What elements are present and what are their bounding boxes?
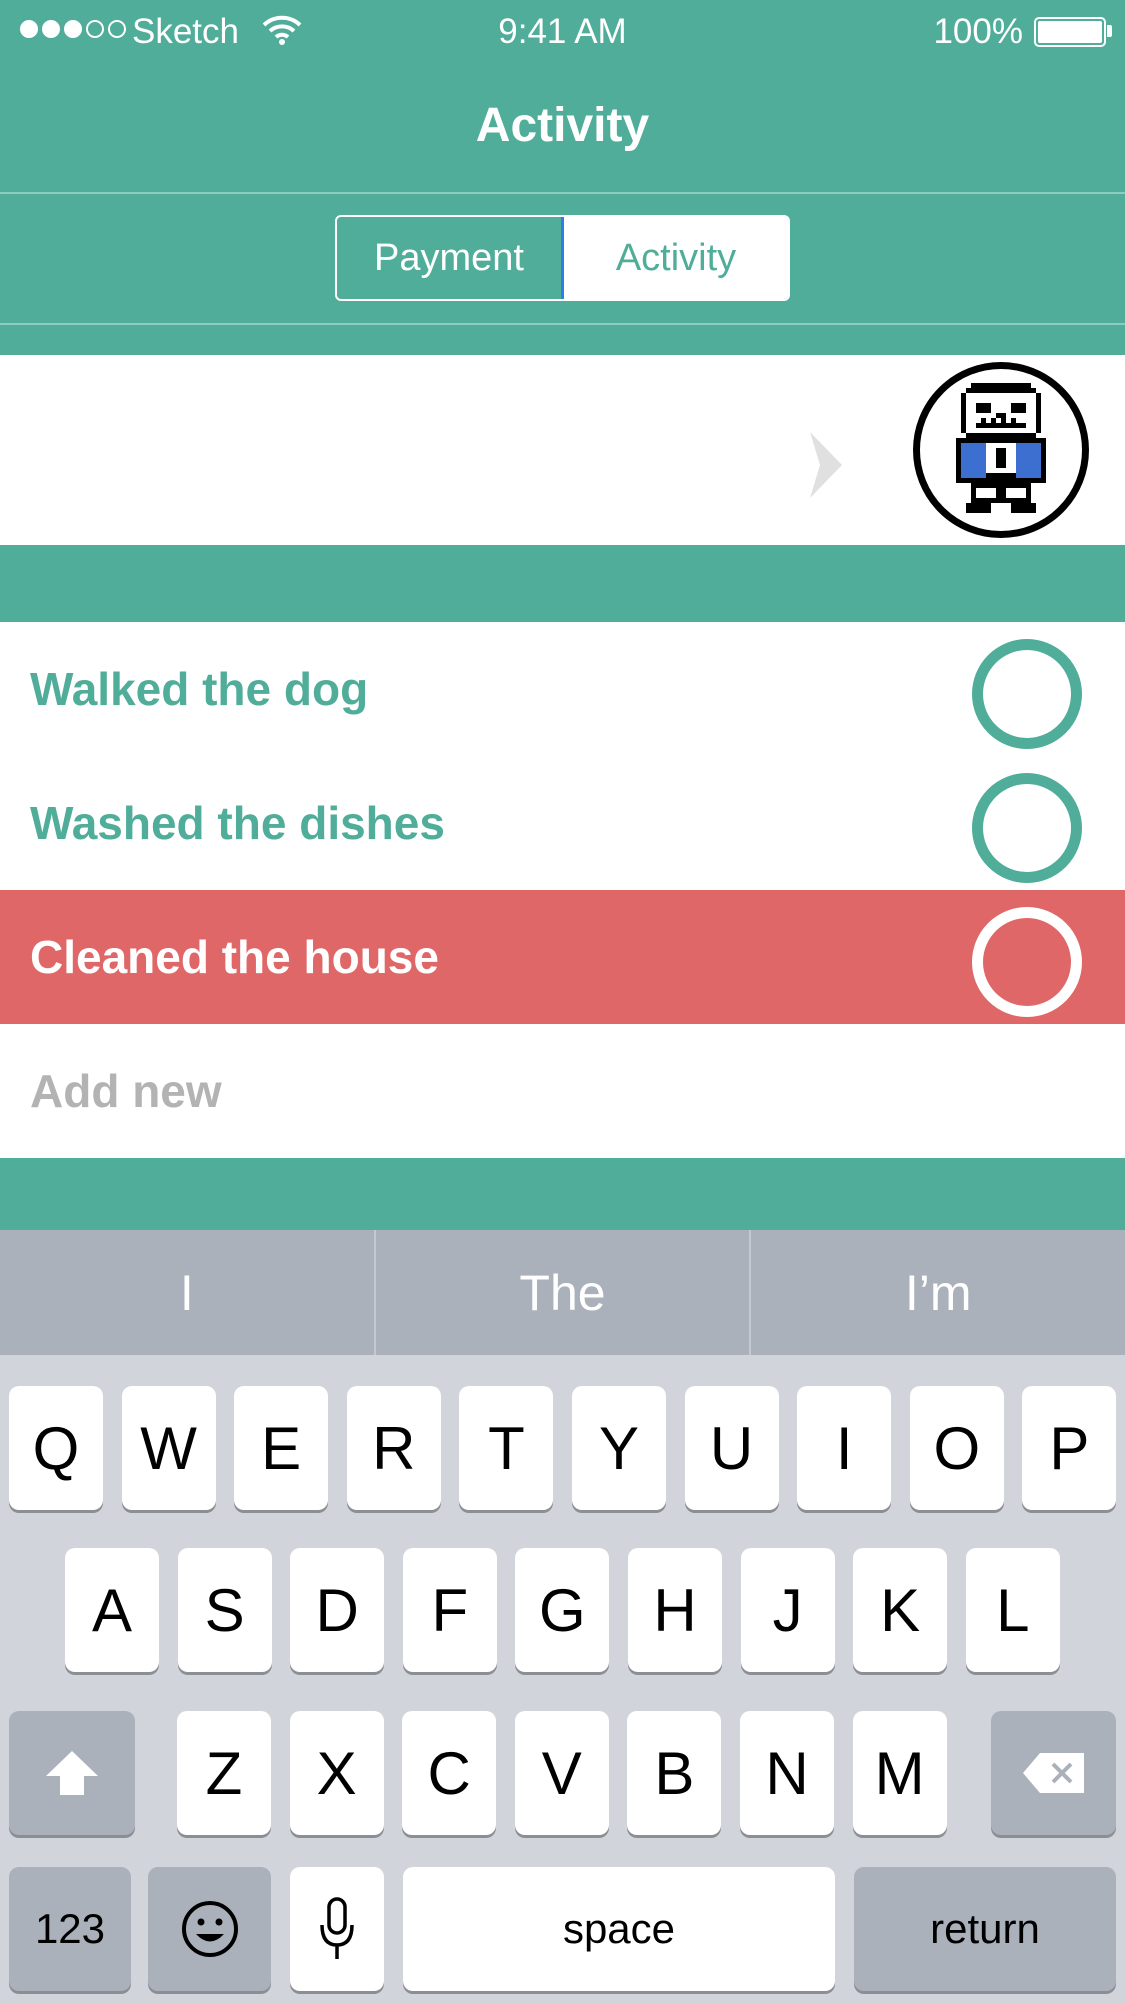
tab-activity[interactable]: Activity xyxy=(561,217,788,299)
key-a[interactable]: A xyxy=(65,1548,159,1672)
key-y[interactable]: Y xyxy=(572,1386,666,1510)
key-c[interactable]: C xyxy=(402,1711,497,1835)
key-o[interactable]: O xyxy=(909,1386,1004,1510)
key-z[interactable]: Z xyxy=(177,1711,271,1835)
space-key[interactable]: space xyxy=(403,1867,835,1991)
key-r[interactable]: R xyxy=(346,1386,441,1510)
keyboard: I The I’m Q W E R T Y U I O P A S D F G H J K L Z X C V B N M 123 s… xyxy=(0,1230,1125,2004)
key-t[interactable]: T xyxy=(459,1386,554,1510)
emoji-icon xyxy=(181,1901,238,1957)
key-p[interactable]: P xyxy=(1022,1386,1117,1510)
segmented-control: Payment Activity xyxy=(335,215,790,301)
key-b[interactable]: B xyxy=(627,1711,722,1835)
key-f[interactable]: F xyxy=(402,1548,497,1672)
add-new-input[interactable]: Add new xyxy=(0,1024,1125,1158)
status-bar: Sketch 9:41 AM 100% xyxy=(0,0,1125,60)
backspace-icon xyxy=(1022,1753,1084,1793)
checkbox-circle[interactable] xyxy=(972,907,1082,1017)
page-title: Activity xyxy=(475,99,650,152)
list-item-selected[interactable]: Cleaned the house xyxy=(0,890,1125,1024)
key-m[interactable]: M xyxy=(852,1711,947,1835)
suggestion-bar: I The I’m xyxy=(0,1230,1125,1355)
divider xyxy=(0,323,1125,325)
list-item-label: Cleaned the house xyxy=(30,931,439,983)
key-q[interactable]: Q xyxy=(9,1386,103,1510)
key-s[interactable]: S xyxy=(177,1548,272,1672)
tab-payment[interactable]: Payment xyxy=(337,217,561,299)
key-e[interactable]: E xyxy=(234,1386,329,1510)
key-w[interactable]: W xyxy=(121,1386,216,1510)
backspace-key[interactable] xyxy=(991,1711,1116,1835)
key-j[interactable]: J xyxy=(740,1548,835,1672)
microphone-key[interactable] xyxy=(290,1867,384,1991)
add-new-placeholder: Add new xyxy=(30,1065,222,1117)
key-d[interactable]: D xyxy=(290,1548,385,1672)
battery-percentage: 100% xyxy=(933,12,1023,51)
key-h[interactable]: H xyxy=(628,1548,722,1672)
key-g[interactable]: G xyxy=(515,1548,610,1672)
suggestion-item[interactable]: I’m xyxy=(751,1230,1125,1355)
key-v[interactable]: V xyxy=(514,1711,609,1835)
key-n[interactable]: N xyxy=(740,1711,834,1835)
key-i[interactable]: I xyxy=(797,1386,892,1510)
list-item[interactable]: Washed the dishes xyxy=(0,756,1125,890)
numbers-key[interactable]: 123 xyxy=(9,1867,131,1991)
shift-arrow-icon xyxy=(46,1751,98,1795)
list-item-label: Washed the dishes xyxy=(30,797,445,849)
battery-tip xyxy=(1107,25,1112,37)
checkbox-circle[interactable] xyxy=(972,773,1082,883)
battery-icon xyxy=(1034,17,1106,47)
shift-key[interactable] xyxy=(9,1711,135,1835)
emoji-key[interactable] xyxy=(148,1867,271,1991)
skeleton-character-icon xyxy=(956,382,1046,513)
chevron-right-icon xyxy=(808,430,844,505)
key-x[interactable]: X xyxy=(289,1711,384,1835)
return-key[interactable]: return xyxy=(854,1867,1116,1991)
list-item-label: Walked the dog xyxy=(30,663,369,715)
list-item[interactable]: Walked the dog xyxy=(0,622,1125,756)
key-l[interactable]: L xyxy=(965,1548,1060,1672)
suggestion-item[interactable]: I xyxy=(0,1230,376,1355)
microphone-icon xyxy=(320,1897,354,1959)
key-u[interactable]: U xyxy=(684,1386,779,1510)
divider xyxy=(0,192,1125,194)
suggestion-item[interactable]: The xyxy=(376,1230,752,1355)
chore-list: Walked the dog Washed the dishes Cleaned… xyxy=(0,622,1125,1158)
key-k[interactable]: K xyxy=(853,1548,948,1672)
avatar[interactable] xyxy=(913,362,1089,538)
checkbox-circle[interactable] xyxy=(972,639,1082,749)
